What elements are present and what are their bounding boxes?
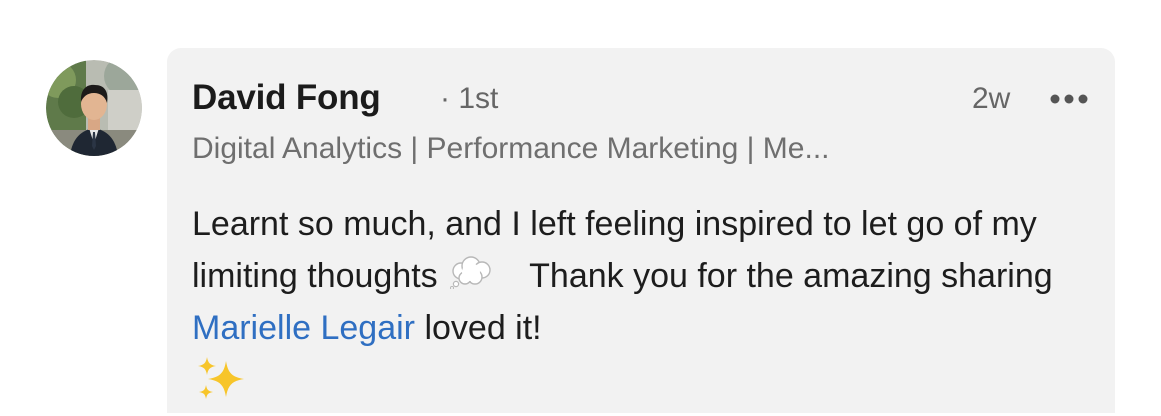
mention-link[interactable]: Marielle Legair — [192, 309, 415, 347]
comment-text-part3: loved it! — [424, 309, 542, 347]
comment-bubble: David Fong · 1st 2w Digital Analytics | … — [167, 48, 1115, 413]
sparkles-icon — [196, 355, 248, 401]
more-options-button[interactable] — [1047, 84, 1093, 114]
author-headline: Digital Analytics | Performance Marketin… — [192, 132, 830, 165]
profile-photo-icon — [46, 60, 142, 156]
author-name[interactable]: David Fong — [192, 78, 381, 118]
more-options-icon — [1050, 94, 1088, 104]
comment-text: Learnt so much, and I left feeling inspi… — [192, 198, 1112, 406]
profile-avatar[interactable] — [46, 60, 142, 156]
comment-text-part2: Thank you for the amazing sharing — [529, 257, 1053, 295]
thought-balloon-icon — [447, 252, 497, 290]
connection-degree: · 1st — [440, 82, 499, 115]
comment-timestamp: 2w — [972, 82, 1011, 115]
